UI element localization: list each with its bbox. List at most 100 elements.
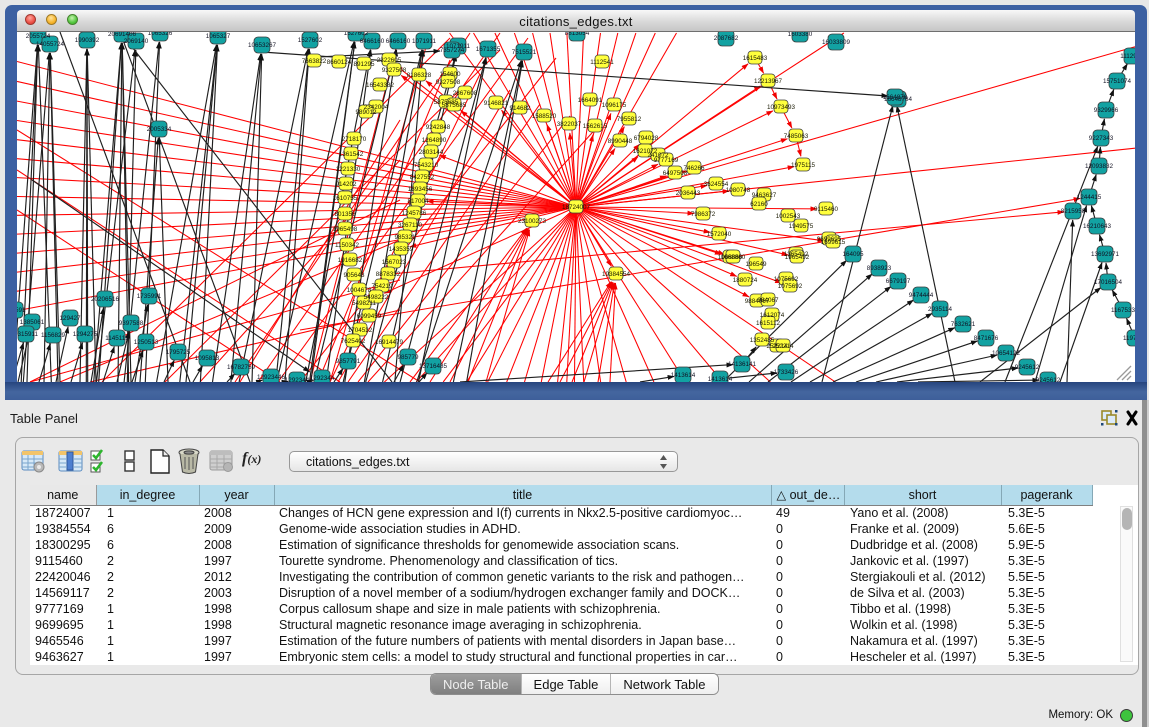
svg-text:984067: 984067 xyxy=(757,297,779,304)
svg-text:1612074: 1612074 xyxy=(760,312,785,319)
svg-text:1615112: 1615112 xyxy=(756,320,781,327)
svg-text:8660124: 8660124 xyxy=(327,59,352,66)
svg-text:1292344: 1292344 xyxy=(310,375,335,382)
svg-text:1664091: 1664091 xyxy=(578,97,603,104)
svg-text:1572040: 1572040 xyxy=(707,231,732,238)
svg-text:1244415: 1244415 xyxy=(1077,194,1102,201)
svg-text:16210643: 16210643 xyxy=(1083,223,1112,230)
svg-text:196549: 196549 xyxy=(745,261,767,268)
svg-text:1145119: 1145119 xyxy=(105,335,129,342)
svg-text:1002543: 1002543 xyxy=(776,213,801,220)
svg-text:1527602: 1527602 xyxy=(344,32,369,37)
svg-text:154600: 154600 xyxy=(439,71,461,78)
svg-text:817004: 817004 xyxy=(407,198,429,205)
svg-text:891295: 891295 xyxy=(353,61,375,68)
svg-text:1004678: 1004678 xyxy=(347,287,372,294)
svg-text:2935114: 2935114 xyxy=(928,306,953,313)
svg-text:9245612: 9245612 xyxy=(1036,377,1061,382)
svg-text:3822037: 3822037 xyxy=(557,121,582,128)
svg-text:9227343: 9227343 xyxy=(1089,135,1114,142)
svg-text:7625402: 7625402 xyxy=(341,338,366,345)
svg-text:1795725: 1795725 xyxy=(166,349,191,356)
svg-text:16914479: 16914479 xyxy=(375,339,404,346)
svg-text:9115460: 9115460 xyxy=(814,206,839,213)
svg-text:2803144: 2803144 xyxy=(419,149,444,156)
svg-text:1527602: 1527602 xyxy=(298,37,323,44)
svg-text:1880724: 1880724 xyxy=(733,277,758,284)
svg-text:1080748: 1080748 xyxy=(726,187,751,194)
svg-text:9474444: 9474444 xyxy=(909,292,934,299)
svg-text:9777169: 9777169 xyxy=(654,157,679,164)
svg-text:1065327: 1065327 xyxy=(206,33,231,40)
svg-text:16782759: 16782759 xyxy=(227,364,256,371)
svg-text:9245612: 9245612 xyxy=(1015,364,1040,371)
svg-text:1413614: 1413614 xyxy=(671,372,696,379)
svg-text:1264890: 1264890 xyxy=(422,137,447,144)
svg-text:1610755: 1610755 xyxy=(333,195,358,202)
svg-text:1990392: 1990392 xyxy=(75,37,100,44)
svg-text:9857791: 9857791 xyxy=(336,358,361,365)
svg-text:18724007: 18724007 xyxy=(562,204,591,211)
svg-text:6466160: 6466160 xyxy=(386,38,411,45)
svg-text:1167533: 1167533 xyxy=(1111,307,1135,314)
svg-text:14055724: 14055724 xyxy=(36,41,65,48)
svg-text:7986372: 7986372 xyxy=(691,211,716,218)
svg-text:1156829: 1156829 xyxy=(41,332,66,339)
svg-text:1294275: 1294275 xyxy=(73,331,98,338)
svg-text:8938923: 8938923 xyxy=(867,265,892,272)
svg-text:1385061: 1385061 xyxy=(20,319,45,326)
svg-text:9329966: 9329966 xyxy=(1094,107,1119,114)
svg-text:1733426: 1733426 xyxy=(774,369,799,376)
svg-text:6466160: 6466160 xyxy=(360,38,385,45)
svg-text:12213967: 12213967 xyxy=(754,78,783,85)
svg-text:9463627: 9463627 xyxy=(752,192,777,199)
svg-text:10654122: 10654122 xyxy=(992,350,1021,357)
svg-text:1112541: 1112541 xyxy=(590,59,614,66)
svg-text:20206516: 20206516 xyxy=(91,296,120,303)
svg-text:1197541: 1197541 xyxy=(1123,335,1135,342)
svg-text:2055724: 2055724 xyxy=(26,33,51,40)
svg-text:10653267: 10653267 xyxy=(248,42,277,49)
svg-text:1567023: 1567023 xyxy=(382,259,407,266)
svg-text:1071911: 1071911 xyxy=(412,38,437,45)
svg-text:2087682: 2087682 xyxy=(714,35,739,42)
svg-text:10973493: 10973493 xyxy=(767,104,796,111)
svg-text:7663822: 7663822 xyxy=(302,58,327,65)
svg-text:1150342: 1150342 xyxy=(335,242,360,249)
svg-text:914202: 914202 xyxy=(335,181,357,188)
svg-text:1562615: 1562615 xyxy=(583,123,608,130)
svg-text:989012: 989012 xyxy=(355,109,377,116)
svg-text:1949575: 1949575 xyxy=(789,223,814,230)
svg-text:5498222: 5498222 xyxy=(364,294,389,301)
svg-text:7515521: 7515521 xyxy=(512,49,537,56)
svg-text:7543210: 7543210 xyxy=(414,162,439,169)
svg-text:6679197: 6679197 xyxy=(886,278,911,285)
svg-text:1245786: 1245786 xyxy=(402,210,427,217)
svg-text:17016504: 17016504 xyxy=(1094,279,1123,286)
svg-text:6794028: 6794028 xyxy=(634,135,659,142)
svg-text:8427552: 8427552 xyxy=(410,174,435,181)
svg-text:914682: 914682 xyxy=(509,105,531,112)
svg-text:1916682: 1916682 xyxy=(338,257,363,264)
svg-text:6099459: 6099459 xyxy=(357,313,382,320)
svg-text:1065326: 1065326 xyxy=(148,32,173,37)
svg-text:1615483: 1615483 xyxy=(743,55,768,62)
svg-text:1292344: 1292344 xyxy=(285,377,310,382)
svg-text:2005334: 2005334 xyxy=(147,126,172,133)
svg-text:985321: 985321 xyxy=(394,234,416,241)
svg-text:1603380: 1603380 xyxy=(788,32,813,38)
svg-text:2069140: 2069140 xyxy=(124,38,149,45)
svg-text:12093832: 12093832 xyxy=(1085,163,1114,170)
svg-text:9146821: 9146821 xyxy=(484,100,509,107)
svg-text:2322605: 2322605 xyxy=(377,57,402,64)
svg-text:1975115: 1975115 xyxy=(791,162,816,169)
svg-text:7357274: 7357274 xyxy=(440,47,465,54)
svg-text:1588520: 1588520 xyxy=(532,113,557,120)
svg-text:8813054: 8813054 xyxy=(565,32,590,37)
svg-text:1361542: 1361542 xyxy=(339,151,364,158)
svg-text:23100273: 23100273 xyxy=(518,218,547,225)
svg-text:129427: 129427 xyxy=(59,315,81,322)
svg-text:1096175: 1096175 xyxy=(602,102,627,109)
svg-text:8215958: 8215958 xyxy=(1061,208,1086,215)
svg-text:1075692: 1075692 xyxy=(774,276,799,283)
